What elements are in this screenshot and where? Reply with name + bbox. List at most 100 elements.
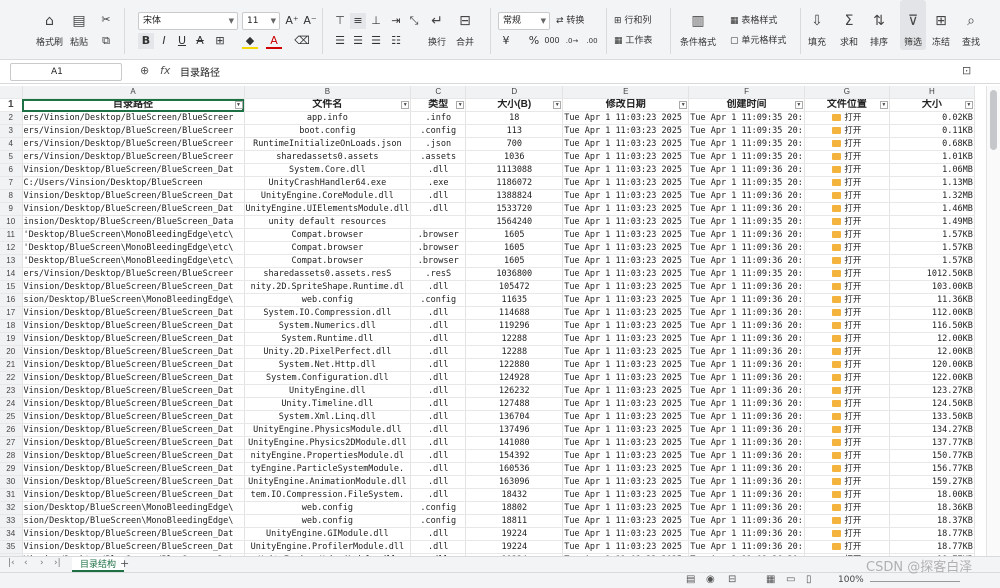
table-cell[interactable]: Vinsion/Desktop/BlueScreen/BlueScreen_Da… [22,423,245,437]
row-number[interactable]: 31 [0,488,23,502]
table-cell[interactable]: 0.02KB [889,111,975,125]
table-cell[interactable]: System.Configuration.dll [244,371,412,385]
scroll-thumb[interactable] [990,90,997,150]
freeze-button[interactable]: ⊞ 冻结 [932,0,950,48]
open-link[interactable]: 打开 [844,204,861,214]
filter-dropdown-icon[interactable]: ▼ [401,101,410,109]
row-number[interactable]: 2 [0,111,23,125]
table-cell[interactable]: Vinsion/Desktop/BlueScreen/BlueScreen_Da… [22,358,245,372]
table-cell[interactable]: ers/Vinsion/Desktop/BlueScreen/BlueScree… [22,124,245,138]
table-cell[interactable]: 122880 [465,358,564,372]
table-cell[interactable] [410,215,467,229]
table-cell[interactable]: 1533720 [465,202,564,216]
table-cell[interactable]: Tue Apr 1 11:09:36 20: [688,345,805,359]
table-cell[interactable]: 700 [465,137,564,151]
table-cell[interactable]: Tue Apr 1 11:03:23 2025 [562,215,690,229]
table-cell[interactable]: tyEngine.ParticleSystemModule. [244,462,412,476]
table-cell[interactable]: 1.32MB [889,189,975,203]
table-cell[interactable]: UnityEngine.UIElementsModule.dll [244,202,412,216]
table-cell[interactable]: 打开 [804,267,890,281]
table-cell[interactable]: unity default resources [244,215,412,229]
column-header[interactable]: G [804,86,890,99]
decrease-decimal-icon[interactable]: .00 [584,33,600,49]
formula-input[interactable]: 目录路径 [180,64,220,79]
protect-icon[interactable]: ⊟ [728,574,736,585]
open-link[interactable]: 打开 [844,451,861,461]
table-cell[interactable]: .dll [410,163,467,177]
table-cell[interactable]: UnityEngine.AnimationModule.dll [244,475,412,489]
open-link[interactable]: 打开 [844,464,861,474]
table-cell[interactable]: 0.11KB [889,124,975,138]
table-cell[interactable]: 打开 [804,488,890,502]
table-cell[interactable]: 打开 [804,410,890,424]
table-cell[interactable]: 114688 [465,306,564,320]
table-cell[interactable]: 1113088 [465,163,564,177]
table-cell[interactable]: Tue Apr 1 11:09:36 20: [688,319,805,333]
table-cell[interactable]: insion/Desktop/BlueScreen/BlueScreen_Dat… [22,215,245,229]
font-color-icon[interactable]: A [266,33,282,49]
row-number[interactable]: 26 [0,423,23,437]
table-cell[interactable]: 123.27KB [889,384,975,398]
table-cell[interactable]: 1036 [465,150,564,164]
row-number[interactable]: 1 [0,98,23,112]
table-cell[interactable]: Tue Apr 1 11:03:23 2025 [562,150,690,164]
row-number[interactable]: 25 [0,410,23,424]
next-sheet-icon[interactable]: › [40,558,44,568]
open-link[interactable]: 打开 [844,178,861,188]
table-cell[interactable]: 打开 [804,137,890,151]
table-cell[interactable]: 116.50KB [889,319,975,333]
table-cell[interactable]: 打开 [804,202,890,216]
column-header[interactable]: A [22,86,245,99]
bold-icon[interactable]: B [138,33,154,49]
table-cell[interactable]: Tue Apr 1 11:09:36 20: [688,514,805,528]
table-cell[interactable]: Tue Apr 1 11:09:36 20: [688,449,805,463]
table-cell[interactable]: 113 [465,124,564,138]
table-cell[interactable]: 1012.50KB [889,267,975,281]
table-cell[interactable]: Tue Apr 1 11:03:23 2025 [562,384,690,398]
table-cell[interactable]: Vinsion/Desktop/BlueScreen/BlueScreen_Da… [22,371,245,385]
table-cell[interactable]: Tue Apr 1 11:09:36 20: [688,280,805,294]
open-link[interactable]: 打开 [844,126,861,136]
align-middle-icon[interactable]: ≡ [350,13,366,29]
open-link[interactable]: 打开 [844,373,861,383]
table-cell[interactable]: 1.49MB [889,215,975,229]
table-cell[interactable]: Tue Apr 1 11:09:36 20: [688,475,805,489]
table-cell[interactable]: Tue Apr 1 11:03:23 2025 [562,501,690,515]
open-link[interactable]: 打开 [844,360,861,370]
table-cell[interactable]: 打开 [804,241,890,255]
table-cell[interactable]: 打开 [804,436,890,450]
table-cell[interactable]: 18 [465,111,564,125]
table-cell[interactable]: .browser [410,241,467,255]
table-cell[interactable]: 打开 [804,384,890,398]
table-cell[interactable]: Tue Apr 1 11:09:35 20: [688,111,805,125]
table-cell[interactable]: Tue Apr 1 11:09:36 20: [688,228,805,242]
table-cell[interactable]: 19224 [465,540,564,554]
table-cell[interactable]: .dll [410,475,467,489]
border-icon[interactable]: ⊞ [212,33,228,49]
table-cell[interactable]: 103.00KB [889,280,975,294]
table-cell[interactable]: web.config [244,293,412,307]
table-cell[interactable]: 18811 [465,514,564,528]
header-cell[interactable]: 创建时间 ▼ [688,98,805,112]
table-cell[interactable]: Tue Apr 1 11:03:23 2025 [562,345,690,359]
table-cell[interactable]: 18.77KB [889,540,975,554]
table-cell[interactable]: 打开 [804,228,890,242]
table-cell[interactable]: 打开 [804,514,890,528]
table-cell[interactable]: Unity.2D.PixelPerfect.dll [244,345,412,359]
number-format-select[interactable]: 常规 ▼ [498,12,550,30]
table-cell[interactable]: 12288 [465,345,564,359]
open-link[interactable]: 打开 [844,386,861,396]
table-cell[interactable]: 打开 [804,501,890,515]
open-link[interactable]: 打开 [844,516,861,526]
table-cell[interactable]: Tue Apr 1 11:09:36 20: [688,423,805,437]
table-cell[interactable]: 打开 [804,215,890,229]
table-cell[interactable]: System.Numerics.dll [244,319,412,333]
filter-dropdown-icon[interactable]: ▼ [456,101,465,109]
table-cell[interactable]: 打开 [804,319,890,333]
increase-font-icon[interactable]: A⁺ [284,13,300,29]
table-style-button[interactable]: ▦ 表格样式 [730,13,777,29]
table-cell[interactable]: Tue Apr 1 11:03:23 2025 [562,254,690,268]
table-cell[interactable]: System.Net.Http.dll [244,358,412,372]
table-cell[interactable]: 1605 [465,228,564,242]
table-cell[interactable]: Tue Apr 1 11:03:23 2025 [562,449,690,463]
